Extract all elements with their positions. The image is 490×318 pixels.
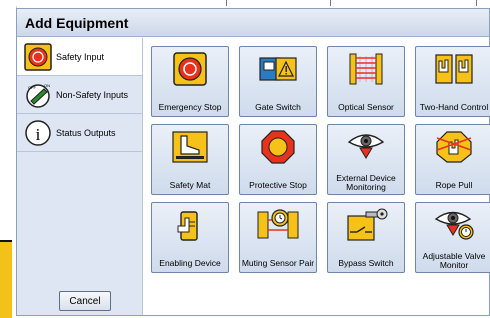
tile-muting-sensor-pair[interactable]: Muting Sensor Pair	[239, 202, 317, 273]
rope-pull-icon	[436, 131, 472, 163]
emergency-stop-icon	[24, 42, 52, 71]
tile-protective-stop[interactable]: Protective Stop	[239, 124, 317, 195]
external-device-monitoring-icon	[347, 134, 385, 159]
category-safety-input[interactable]: Safety Input	[17, 38, 142, 76]
svg-text:OFF: OFF	[28, 85, 37, 90]
gate-switch-icon	[259, 57, 297, 81]
category-label: Non-Safety Inputs	[56, 89, 129, 100]
tile-label: Two-Hand Control	[419, 103, 489, 112]
muting-sensor-pair-icon	[257, 209, 299, 239]
tile-label: Safety Mat	[169, 181, 211, 190]
enabling-device-icon	[177, 211, 198, 241]
tile-label: Adjustable Valve Monitor	[422, 252, 486, 270]
info-icon: i	[25, 119, 51, 146]
background-status-stripe	[0, 240, 12, 318]
category-sidebar: Safety Input OFF ON Non-Safety Inputs i …	[17, 38, 143, 315]
category-label: Status Outputs	[56, 127, 116, 138]
tile-adjustable-valve-monitor[interactable]: Adjustable Valve Monitor	[415, 202, 490, 273]
svg-text:i: i	[36, 125, 41, 144]
tile-label: Enabling Device	[159, 259, 221, 268]
tile-label: Gate Switch	[255, 103, 301, 112]
tile-enabling-device[interactable]: Enabling Device	[151, 202, 229, 273]
cancel-button[interactable]: Cancel	[59, 291, 111, 311]
tile-label: Bypass Switch	[338, 259, 394, 268]
tile-label: Emergency Stop	[158, 103, 222, 112]
tile-external-device-monitoring[interactable]: External Device Monitoring	[327, 124, 405, 195]
selector-switch-icon: OFF ON	[26, 83, 50, 108]
protective-stop-icon	[261, 130, 295, 164]
svg-text:ON: ON	[44, 83, 50, 88]
tile-label: Optical Sensor	[338, 103, 394, 112]
tile-emergency-stop[interactable]: Emergency Stop	[151, 46, 229, 117]
background-tick	[226, 0, 227, 6]
background-tick	[330, 0, 331, 6]
tile-label: Rope Pull	[435, 181, 473, 190]
tile-label: External Device Monitoring	[336, 174, 396, 192]
tile-gate-switch[interactable]: Gate Switch	[239, 46, 317, 117]
tile-safety-mat[interactable]: Safety Mat	[151, 124, 229, 195]
optical-sensor-icon	[349, 53, 383, 85]
dialog-title: Add Equipment	[17, 9, 489, 37]
category-non-safety-inputs[interactable]: OFF ON Non-Safety Inputs	[17, 76, 142, 114]
tile-label: Muting Sensor Pair	[241, 259, 315, 268]
tile-bypass-switch[interactable]: Bypass Switch	[327, 202, 405, 273]
bypass-switch-icon	[347, 208, 388, 241]
tile-optical-sensor[interactable]: Optical Sensor	[327, 46, 405, 117]
category-label: Safety Input	[56, 51, 105, 62]
tile-rope-pull[interactable]: Rope Pull	[415, 124, 490, 195]
safety-mat-icon	[172, 131, 208, 163]
emergency-stop-icon	[173, 52, 207, 86]
tile-two-hand-control[interactable]: Two-Hand Control	[415, 46, 490, 117]
adjustable-valve-monitor-icon	[434, 211, 474, 240]
category-status-outputs[interactable]: i Status Outputs	[17, 114, 142, 152]
background-window-top	[0, 0, 490, 6]
tile-label: Protective Stop	[249, 181, 307, 190]
two-hand-control-icon	[435, 54, 473, 84]
background-tick	[476, 0, 477, 6]
add-equipment-dialog: Add Equipment Safety Input OFF ON Non-Sa…	[16, 8, 490, 316]
